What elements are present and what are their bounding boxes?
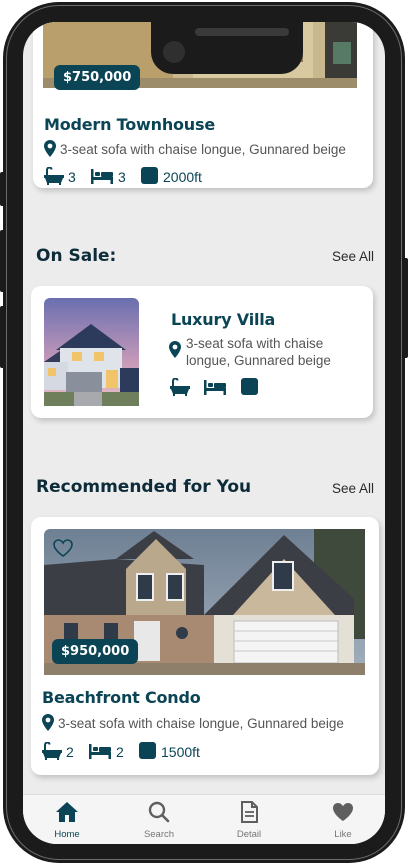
phone-frame: $750,000 Modern Townhouse 3-seat sofa wi… xyxy=(0,0,408,865)
nav-item-search[interactable]: Search xyxy=(129,801,189,840)
bathtub-icon xyxy=(42,742,62,760)
bath-count: 2 xyxy=(66,744,74,760)
listing-address: 3-seat sofa with chaise longue, Gunnared… xyxy=(186,336,331,368)
area-icon xyxy=(241,378,258,395)
price-badge: $950,000 xyxy=(52,639,139,664)
bed-count: 3 xyxy=(118,169,126,185)
bed-icon xyxy=(204,380,226,395)
home-icon xyxy=(56,802,78,822)
nav-label-like: Like xyxy=(334,829,352,840)
listing-address: 3-seat sofa with chaise longue, Gunnared… xyxy=(58,716,344,731)
heart-outline-icon[interactable] xyxy=(53,539,73,557)
app-screen: $750,000 Modern Townhouse 3-seat sofa wi… xyxy=(23,22,385,844)
recommended-heading: Recommended for You xyxy=(36,477,252,497)
nav-label-search: Search xyxy=(143,829,175,840)
earpiece xyxy=(195,28,289,36)
listing-card-beachfront-condo[interactable]: $950,000 Beachfront Condo 3-seat sofa wi… xyxy=(31,517,379,775)
nav-label-detail: Detail xyxy=(236,829,262,840)
document-icon xyxy=(241,801,258,823)
bed-icon xyxy=(91,169,113,184)
price-badge: $750,000 xyxy=(54,65,141,90)
listing-title: Luxury Villa xyxy=(171,310,276,329)
bed-count: 2 xyxy=(116,744,124,760)
villa-photo xyxy=(44,298,139,406)
area-icon xyxy=(141,167,158,184)
nav-item-detail[interactable]: Detail xyxy=(219,801,279,840)
bed-icon xyxy=(89,744,111,759)
area-icon xyxy=(139,742,156,759)
nav-item-like[interactable]: Like xyxy=(313,801,373,840)
listing-card-luxury-villa[interactable]: Luxury Villa 3-seat sofa with chaise lon… xyxy=(31,286,373,418)
bath-count: 3 xyxy=(68,169,76,185)
location-pin-icon xyxy=(42,714,54,731)
listing-title: Beachfront Condo xyxy=(42,688,201,707)
listing-title: Modern Townhouse xyxy=(44,115,215,134)
nav-label-home: Home xyxy=(54,829,80,840)
area-value: 2000ft xyxy=(163,169,202,185)
nav-item-home[interactable]: Home xyxy=(37,801,97,840)
recommended-see-all-link[interactable]: See All xyxy=(332,481,374,496)
bathtub-icon xyxy=(44,167,64,185)
search-icon xyxy=(148,801,170,823)
on-sale-see-all-link[interactable]: See All xyxy=(332,249,374,264)
listing-address: 3-seat sofa with chaise longue, Gunnared… xyxy=(60,142,346,157)
area-value: 1500ft xyxy=(161,744,200,760)
front-camera xyxy=(163,41,185,63)
location-pin-icon xyxy=(44,140,56,157)
location-pin-icon xyxy=(169,341,181,358)
heart-icon xyxy=(333,803,353,821)
on-sale-heading: On Sale: xyxy=(36,246,117,266)
bathtub-icon xyxy=(170,378,190,396)
bottom-nav: Home Search Detail Like xyxy=(23,794,385,844)
